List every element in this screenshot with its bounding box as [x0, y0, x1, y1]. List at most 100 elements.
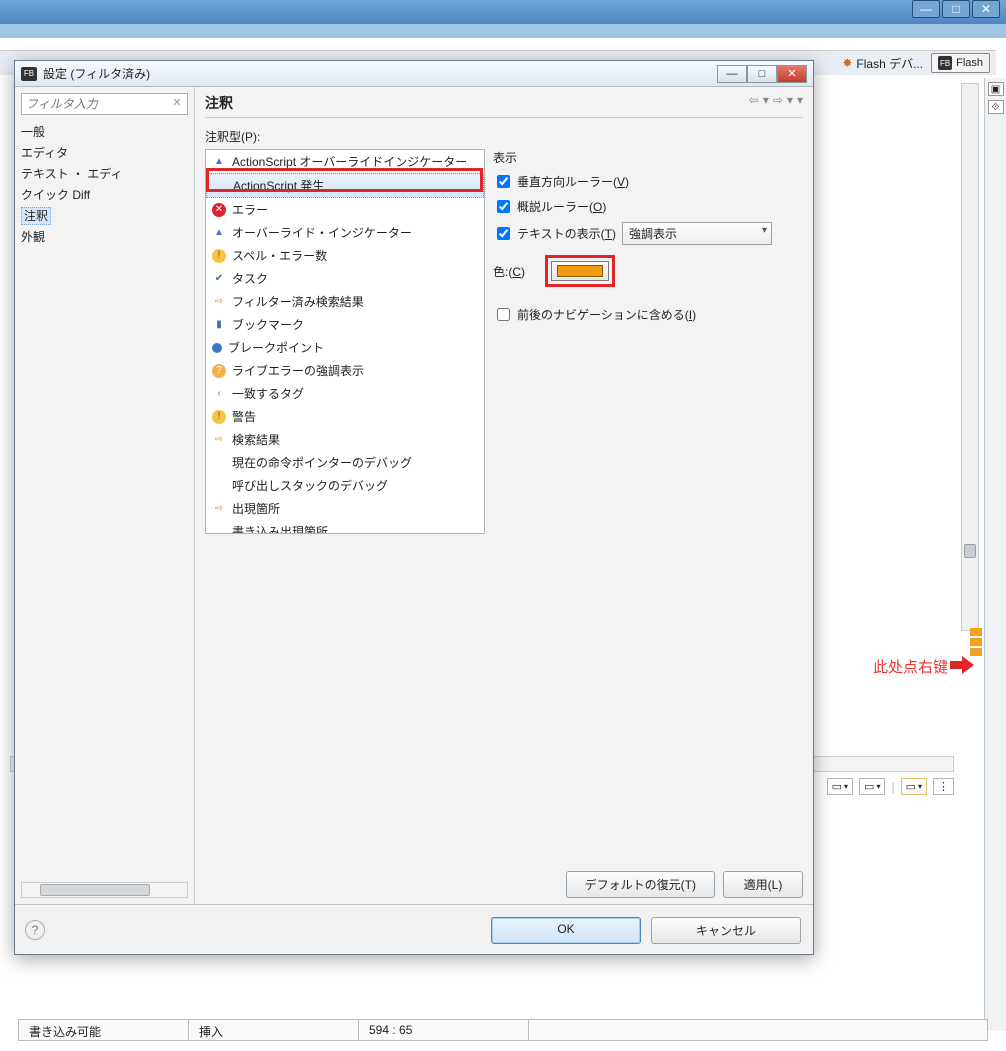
- list-item[interactable]: 呼び出しスタックのデバッグ: [206, 474, 484, 497]
- occurrence-marker[interactable]: [970, 638, 982, 646]
- search-icon: ⇨: [212, 433, 226, 447]
- status-insert-mode: 挿入: [189, 1020, 359, 1040]
- tree-annotations[interactable]: 注釈: [21, 205, 188, 226]
- scrollbar-thumb[interactable]: [40, 884, 150, 896]
- restore-defaults-button[interactable]: デフォルトの復元(T): [566, 871, 715, 898]
- list-item[interactable]: ブレークポイント: [206, 336, 484, 359]
- editor-toolbar-right: ▭▾ ▭▾ | ▭▾ ⋮: [827, 778, 954, 795]
- scrollbar-thumb[interactable]: [964, 544, 976, 558]
- dialog-titlebar[interactable]: FB 設定 (フィルタ済み) — □ ✕: [15, 61, 813, 87]
- annotation-types-list[interactable]: ▲ActionScript オーバーライドインジケーター ActionScrip…: [205, 149, 485, 534]
- perspective-flash[interactable]: FB Flash: [931, 53, 990, 73]
- vertical-ruler-checkbox[interactable]: 垂直方向ルーラー(V): [493, 172, 629, 191]
- list-item[interactable]: ✕エラー: [206, 198, 484, 221]
- annotation-options: 表示 垂直方向ルーラー(V) 概説ルーラー(O): [493, 149, 803, 534]
- list-item[interactable]: 書き込み出現箇所: [206, 520, 484, 534]
- list-item[interactable]: ⇨出現箇所: [206, 497, 484, 520]
- preferences-dialog: FB 設定 (フィルタ済み) — □ ✕ ✕ 一般 エディタ テキスト ・ エデ…: [14, 60, 814, 955]
- override-indicator-icon: ▲: [212, 226, 226, 240]
- ide-right-gutter: ▣ ⟐: [984, 78, 1006, 1031]
- back-menu[interactable]: ▾: [763, 93, 769, 107]
- occurrence-icon: [213, 179, 227, 193]
- task-icon: ✔: [212, 272, 226, 286]
- filter-clear-icon[interactable]: ✕: [169, 96, 185, 112]
- highlight-color-box: [545, 255, 615, 287]
- override-icon: ▲: [212, 155, 226, 169]
- include-nav-checkbox[interactable]: 前後のナビゲーションに含める(I): [493, 305, 696, 324]
- tree-quick-diff[interactable]: クイック Diff: [21, 184, 188, 205]
- page-menu[interactable]: ▾: [797, 93, 803, 107]
- preferences-tree[interactable]: 一般 エディタ テキスト ・ エディ クイック Diff 注釈 外観: [21, 121, 188, 882]
- flash-builder-icon: FB: [938, 56, 952, 70]
- warning-icon: !: [212, 249, 226, 263]
- os-close-button[interactable]: ✕: [972, 0, 1000, 18]
- tree-general[interactable]: 一般: [21, 121, 188, 142]
- occurrence-marker[interactable]: [970, 628, 982, 636]
- cancel-button[interactable]: キャンセル: [651, 917, 801, 944]
- list-item[interactable]: !スペル・エラー数: [206, 244, 484, 267]
- list-item[interactable]: ?ライブエラーの強調表示: [206, 359, 484, 382]
- color-label: 色:(C): [493, 263, 525, 280]
- question-icon: ?: [212, 364, 226, 378]
- blank-icon: [212, 525, 226, 535]
- warning-icon: !: [212, 410, 226, 424]
- list-item[interactable]: ‹一致するタグ: [206, 382, 484, 405]
- status-write-mode: 書き込み可能: [19, 1020, 189, 1040]
- breakpoint-icon: [212, 343, 222, 353]
- tree-editor[interactable]: エディタ: [21, 142, 188, 163]
- os-titlebar: — □ ✕: [0, 0, 1006, 24]
- gutter-restore-icon[interactable]: ▣: [988, 82, 1004, 96]
- occurrence-marker[interactable]: [970, 648, 982, 656]
- annotation-arrow-icon: [950, 656, 974, 674]
- perspective-flash-debug[interactable]: ✸ Flash デバ...: [842, 55, 923, 72]
- status-bar: 書き込み可能 挿入 594 : 65: [18, 1019, 988, 1041]
- text-as-checkbox[interactable]: テキストの表示(T): [493, 224, 616, 243]
- overview-ruler-checkbox[interactable]: 概説ルーラー(O): [493, 197, 606, 216]
- gutter-help-icon[interactable]: ⟐: [988, 100, 1004, 114]
- editor-scrollbar-vertical[interactable]: [961, 83, 979, 631]
- overview-ruler-markers: [970, 628, 982, 656]
- toolbar-button[interactable]: ▭▾: [859, 778, 885, 795]
- tree-text-editors[interactable]: テキスト ・ エディ: [21, 163, 188, 184]
- dialog-maximize-button[interactable]: □: [747, 65, 777, 83]
- forward-button[interactable]: ⇨: [773, 93, 783, 107]
- toolbar-button[interactable]: ⋮: [933, 778, 954, 795]
- list-item[interactable]: ▲オーバーライド・インジケーター: [206, 221, 484, 244]
- color-picker-button[interactable]: [551, 261, 609, 281]
- list-item[interactable]: ✔タスク: [206, 267, 484, 290]
- toolbar-button[interactable]: ▭▾: [901, 778, 927, 795]
- tree-appearance[interactable]: 外観: [21, 226, 188, 247]
- error-icon: ✕: [212, 203, 226, 217]
- list-item[interactable]: 現在の命令ポインターのデバッグ: [206, 451, 484, 474]
- blank-icon: [212, 479, 226, 493]
- os-minimize-button[interactable]: —: [912, 0, 940, 18]
- list-item[interactable]: !警告: [206, 405, 484, 428]
- chevron-icon: ‹: [212, 387, 226, 401]
- flash-builder-icon: FB: [21, 67, 37, 81]
- color-swatch: [557, 265, 603, 277]
- list-item-selected[interactable]: ActionScript 発生: [206, 173, 484, 198]
- annotation-callout: 此处点右键: [873, 656, 948, 677]
- text-as-select[interactable]: 強調表示: [622, 222, 772, 245]
- tree-scrollbar-horizontal[interactable]: [21, 882, 188, 898]
- list-item[interactable]: ▲ActionScript オーバーライドインジケーター: [206, 150, 484, 173]
- filter-input[interactable]: [21, 93, 188, 115]
- bookmark-icon: ▮: [212, 318, 226, 332]
- os-maximize-button[interactable]: □: [942, 0, 970, 18]
- list-item[interactable]: ⇨検索結果: [206, 428, 484, 451]
- annotation-types-label: 注釈型(P):: [205, 128, 803, 145]
- dialog-minimize-button[interactable]: —: [717, 65, 747, 83]
- help-button[interactable]: ?: [25, 920, 45, 940]
- ok-button[interactable]: OK: [491, 917, 641, 944]
- toolbar-separator: |: [891, 780, 894, 794]
- apply-button[interactable]: 適用(L): [723, 871, 803, 898]
- list-item[interactable]: ⇨フィルター済み検索結果: [206, 290, 484, 313]
- forward-menu[interactable]: ▾: [787, 93, 793, 107]
- toolbar-button[interactable]: ▭▾: [827, 778, 853, 795]
- dialog-footer: ? OK キャンセル: [15, 904, 813, 954]
- list-item[interactable]: ▮ブックマーク: [206, 313, 484, 336]
- dialog-close-button[interactable]: ✕: [777, 65, 807, 83]
- back-button[interactable]: ⇦: [749, 93, 759, 107]
- filter-icon: ⇨: [212, 295, 226, 309]
- dialog-title: 設定 (フィルタ済み): [43, 65, 150, 82]
